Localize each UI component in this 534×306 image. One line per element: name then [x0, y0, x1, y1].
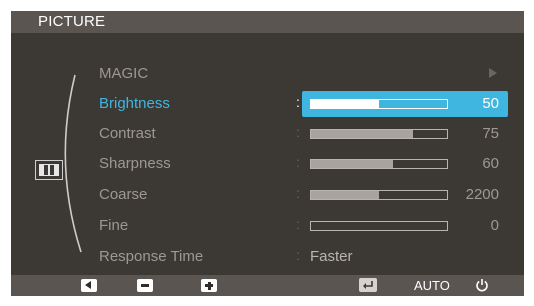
auto-button[interactable]: AUTO	[414, 278, 450, 293]
menu-item-response-time[interactable]: Response Time : Faster	[11, 244, 524, 270]
slider-fill	[311, 160, 393, 168]
menu-item-brightness[interactable]: Brightness : 50	[11, 91, 524, 117]
separator-colon: :	[296, 124, 300, 140]
separator-colon: :	[296, 154, 300, 170]
menu-item-label: Coarse	[99, 186, 148, 203]
slider-fill	[311, 100, 379, 108]
menu-item-label: Fine	[99, 217, 129, 234]
menu-item-contrast[interactable]: Contrast : 75	[11, 121, 524, 147]
slider-value: 50	[482, 95, 499, 112]
slider-value: 2200	[465, 186, 499, 203]
menu-item-coarse[interactable]: Coarse : 2200	[11, 182, 524, 208]
slider-fill	[311, 130, 413, 138]
separator-colon: :	[296, 94, 300, 110]
menu-item-label: Brightness	[99, 95, 170, 112]
power-icon[interactable]	[475, 278, 489, 292]
coarse-slider[interactable]	[310, 190, 448, 200]
menu-item-fine[interactable]: Fine : 0	[11, 213, 524, 239]
enter-icon	[363, 281, 373, 289]
osd-window: PICTURE MAGIC Brightness : 50 Contrast :…	[11, 11, 524, 296]
menu-item-magic[interactable]: MAGIC	[11, 61, 524, 87]
slider-value: 0	[490, 217, 499, 234]
left-arrow-icon	[85, 281, 91, 289]
enter-button[interactable]	[359, 278, 377, 292]
minus-icon	[141, 284, 149, 287]
slider-value: 75	[482, 125, 499, 142]
menu-item-label: Contrast	[99, 125, 156, 142]
contrast-slider[interactable]	[310, 129, 448, 139]
separator-colon: :	[296, 216, 300, 232]
menu-item-label: Sharpness	[99, 155, 171, 172]
brightness-slider[interactable]	[310, 99, 448, 109]
left-arrow-button[interactable]	[81, 279, 97, 292]
separator-colon: :	[296, 247, 300, 263]
menu-item-label: MAGIC	[99, 65, 149, 82]
plus-button[interactable]	[201, 279, 217, 292]
separator-colon: :	[296, 185, 300, 201]
response-time-value: Faster	[310, 248, 353, 265]
slider-value: 60	[482, 155, 499, 172]
minus-button[interactable]	[137, 279, 153, 292]
sharpness-slider[interactable]	[310, 159, 448, 169]
control-bar: AUTO	[11, 275, 524, 296]
slider-fill	[311, 191, 379, 199]
menu-item-label: Response Time	[99, 248, 204, 265]
fine-slider[interactable]	[310, 221, 448, 231]
menu-item-sharpness[interactable]: Sharpness : 60	[11, 151, 524, 177]
submenu-arrow-icon	[489, 68, 497, 78]
